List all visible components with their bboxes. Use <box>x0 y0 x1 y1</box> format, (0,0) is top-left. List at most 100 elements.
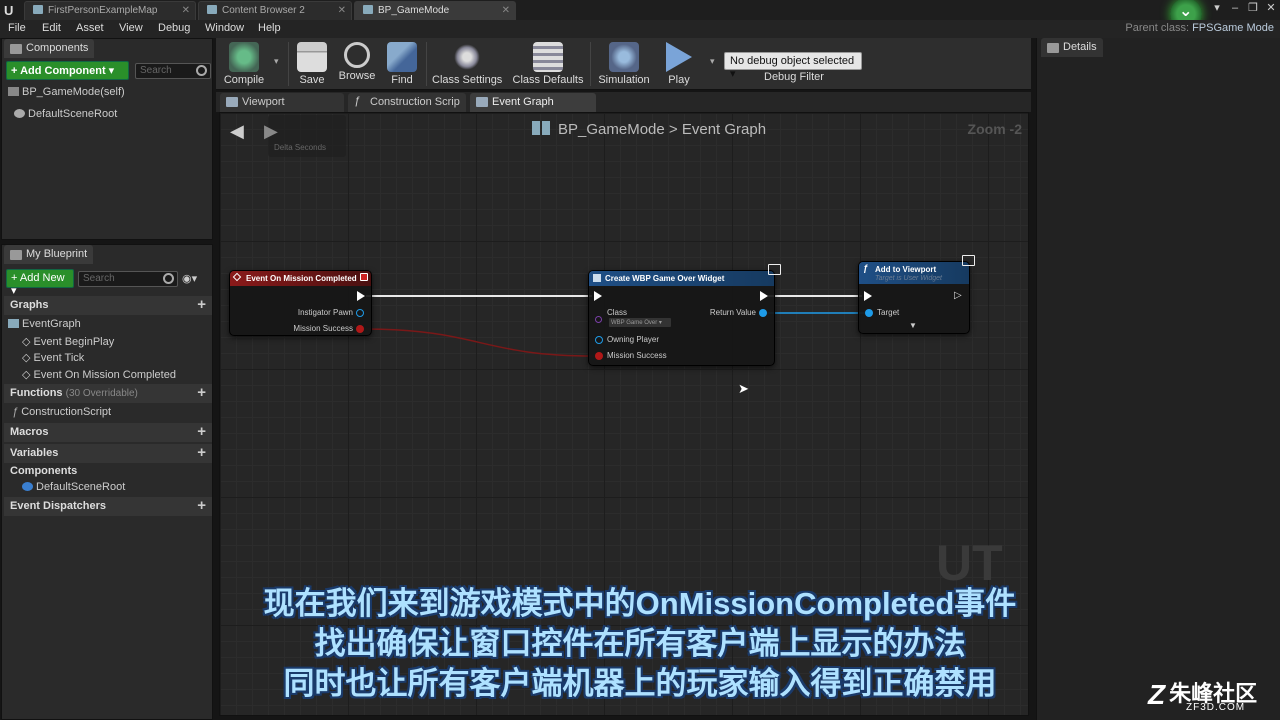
add-to-viewport-node[interactable]: ƒ Add to Viewport Target is User Widget … <box>858 261 970 334</box>
add-macro-icon[interactable]: + <box>197 423 206 440</box>
subtitle-line-3: 同时也让所有客户端机器上的玩家输入得到正确禁用 <box>283 666 997 701</box>
add-graph-icon[interactable]: + <box>197 296 206 313</box>
menu-file[interactable]: File <box>8 22 26 34</box>
create-exec-in-pin[interactable] <box>594 291 602 301</box>
add-function-icon[interactable]: + <box>197 384 206 401</box>
mission-success-in-pin[interactable] <box>595 352 603 360</box>
document-tab-bar: U FirstPersonExampleMap ✕ Content Browse… <box>0 0 1280 30</box>
menu-window[interactable]: Window <box>205 22 244 34</box>
my-blueprint-tab[interactable]: My Blueprint <box>4 245 94 264</box>
expand-chevron-icon[interactable]: ▼ <box>909 321 917 330</box>
graphs-section-header[interactable]: Graphs + <box>4 296 212 315</box>
add-new-button[interactable]: + Add New ▾ <box>6 269 74 297</box>
save-disk-icon <box>297 42 327 72</box>
functions-section-header[interactable]: Functions (30 Overridable) + <box>4 384 212 403</box>
browse-button[interactable]: Browse <box>336 40 378 88</box>
class-settings-button[interactable]: Class Settings <box>432 40 502 88</box>
maximize-icon[interactable]: ❐ <box>1244 0 1262 18</box>
class-select[interactable]: WBP Game Over ▾ <box>609 318 671 327</box>
toolbar-separator <box>288 42 289 86</box>
scene-component-icon <box>14 109 25 118</box>
blueprint-icon <box>363 5 373 14</box>
create-widget-node[interactable]: Create WBP Game Over Widget Class WBP Ga… <box>588 270 775 366</box>
event-icon <box>232 272 242 282</box>
function-item-construction-script[interactable]: ƒ ConstructionScript <box>12 406 111 418</box>
find-button[interactable]: Find <box>384 40 420 88</box>
blueprint-icon <box>10 250 22 260</box>
parent-class: Parent class: FPSGame Mode <box>1125 22 1274 34</box>
components-subsection-header[interactable]: Components <box>10 465 77 477</box>
viewport-exec-in-pin[interactable] <box>864 291 872 301</box>
close-icon[interactable]: ✕ <box>338 5 346 16</box>
create-exec-out-pin[interactable] <box>760 291 768 301</box>
play-button[interactable]: Play <box>662 40 696 88</box>
details-icon <box>1047 43 1059 53</box>
graph-item-begin-play[interactable]: ◇ Event BeginPlay <box>22 335 114 348</box>
menu-help[interactable]: Help <box>258 22 281 34</box>
class-defaults-button[interactable]: Class Defaults <box>512 40 584 88</box>
target-pin[interactable] <box>865 309 873 317</box>
class-pin[interactable] <box>595 316 602 323</box>
close-icon[interactable]: ✕ <box>182 5 190 16</box>
graph-item-eventgraph[interactable]: EventGraph <box>8 318 81 330</box>
compile-button[interactable]: Compile <box>218 40 270 88</box>
view-options-eye-icon[interactable]: ◉▾ <box>182 272 197 285</box>
macros-section-header[interactable]: Macros + <box>4 423 212 442</box>
menu-asset[interactable]: Asset <box>76 22 104 34</box>
class-settings-gear-icon <box>452 42 482 72</box>
add-dispatcher-icon[interactable]: + <box>197 497 206 514</box>
tab-construction-script[interactable]: ƒ Construction Scrip <box>348 93 466 112</box>
function-icon: ƒ <box>354 95 361 107</box>
map-icon <box>33 5 43 14</box>
graph-item-mission-completed[interactable]: ◇ Event On Mission Completed <box>22 368 176 381</box>
tab-first-person-map[interactable]: FirstPersonExampleMap ✕ <box>24 1 196 20</box>
graph-item-tick[interactable]: ◇ Event Tick <box>22 351 84 364</box>
event-exec-out-pin[interactable] <box>357 291 365 301</box>
menu-view[interactable]: View <box>119 22 143 34</box>
subtitle-line-2: 找出确保让窗口控件在所有客户端上显示的办法 <box>314 626 966 661</box>
simulation-icon <box>609 42 639 72</box>
mouse-cursor-icon: ➤ <box>738 381 749 396</box>
add-variable-icon[interactable]: + <box>197 444 206 461</box>
event-delegate-pin-icon[interactable] <box>360 273 368 281</box>
components-tab[interactable]: Components <box>4 39 95 58</box>
debug-object-select[interactable]: No debug object selected ▾ <box>724 52 862 80</box>
minimize-icon[interactable]: – <box>1226 0 1244 18</box>
variable-default-scene-root[interactable]: DefaultSceneRoot <box>22 481 125 493</box>
dropdown-icon[interactable]: ▾ <box>1208 0 1226 18</box>
return-value-pin[interactable] <box>759 309 767 317</box>
tab-event-graph[interactable]: Event Graph <box>470 93 596 112</box>
toolbar-separator <box>590 42 591 86</box>
menu-debug[interactable]: Debug <box>158 22 190 34</box>
widget-icon <box>593 274 601 282</box>
save-button[interactable]: Save <box>292 40 332 88</box>
instigator-pawn-pin[interactable] <box>356 309 364 317</box>
simulation-button[interactable]: Simulation <box>596 40 652 88</box>
tab-content-browser[interactable]: Content Browser 2 ✕ <box>198 1 352 20</box>
add-component-button[interactable]: + Add Component ▾ <box>6 61 129 80</box>
event-dispatchers-section-header[interactable]: Event Dispatchers + <box>4 497 212 516</box>
function-icon: ƒ <box>863 263 869 273</box>
component-self[interactable]: BP_GameMode(self) <box>8 86 125 98</box>
close-window-icon[interactable]: ✕ <box>1262 0 1280 18</box>
compile-gear-icon <box>229 42 259 72</box>
tab-viewport[interactable]: Viewport <box>220 93 344 112</box>
event-on-mission-completed-node[interactable]: Event On Mission Completed Instigator Pa… <box>229 270 372 336</box>
compile-options-chevron-icon[interactable]: ▾ <box>274 56 279 67</box>
play-triangle-icon <box>666 42 692 72</box>
tab-bp-gamemode[interactable]: BP_GameMode ✕ <box>354 1 516 20</box>
owning-player-pin[interactable] <box>595 336 603 344</box>
components-search-input[interactable]: Search <box>135 63 211 79</box>
blueprint-icon <box>8 87 19 96</box>
variables-section-header[interactable]: Variables + <box>4 444 212 463</box>
menu-edit[interactable]: Edit <box>42 22 61 34</box>
event-diamond-icon: ◇ <box>22 336 34 348</box>
play-options-chevron-icon[interactable]: ▾ <box>710 56 715 67</box>
details-tab[interactable]: Details <box>1041 38 1103 57</box>
exec-out-hollow-icon: ▷ <box>954 290 962 301</box>
parent-class-link[interactable]: FPSGame Mode <box>1192 22 1274 34</box>
blueprint-search-input[interactable]: Search <box>78 271 178 287</box>
close-icon[interactable]: ✕ <box>502 5 510 16</box>
mission-success-out-pin[interactable] <box>356 325 364 333</box>
component-default-scene-root[interactable]: DefaultSceneRoot <box>14 108 117 120</box>
